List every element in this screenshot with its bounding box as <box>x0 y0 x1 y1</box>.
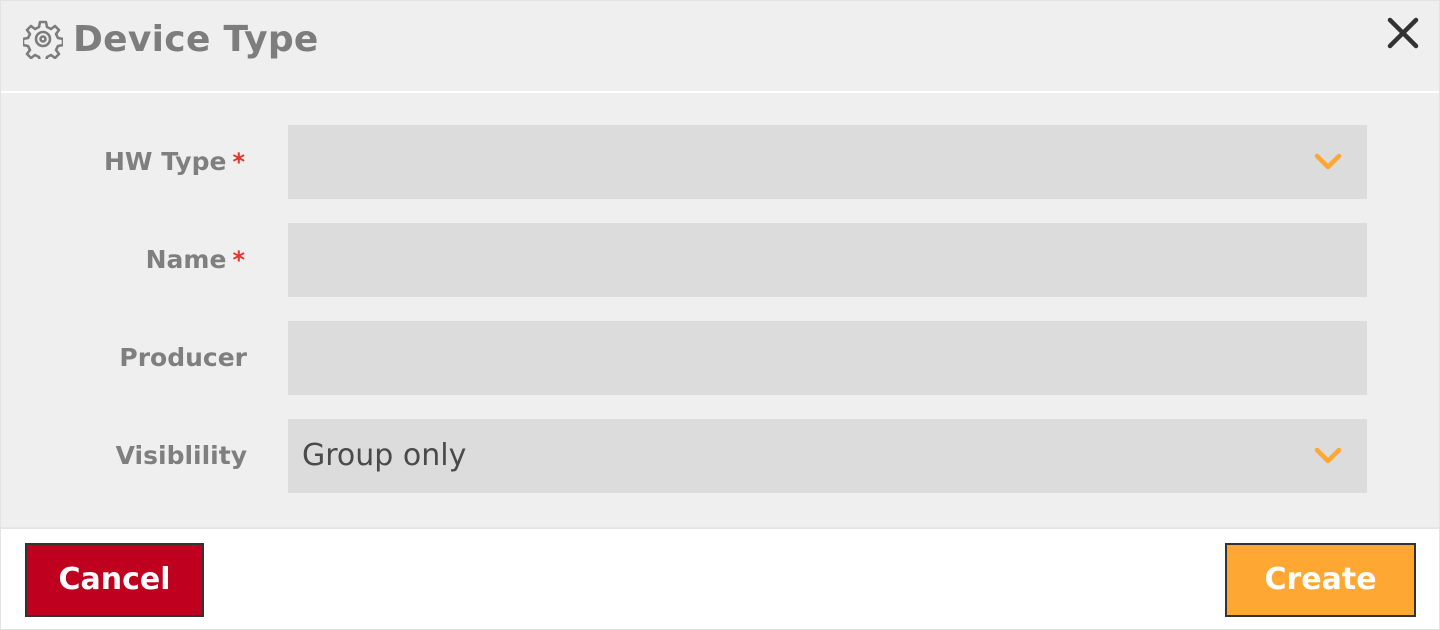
gear-icon <box>23 20 63 59</box>
required-mark: * <box>232 148 245 176</box>
cancel-button[interactable]: Cancel <box>25 543 204 617</box>
producer-row: Producer <box>1 321 1439 395</box>
dialog-header: Device Type <box>1 1 1439 93</box>
visibility-label: Visiblility <box>115 441 247 470</box>
create-button[interactable]: Create <box>1225 543 1416 617</box>
visibility-value: Group only <box>302 438 467 473</box>
name-label-text: Name <box>145 245 227 274</box>
visibility-select[interactable]: Group only <box>288 419 1367 493</box>
close-icon[interactable] <box>1385 15 1421 51</box>
dialog-footer: Cancel Create <box>1 529 1439 629</box>
producer-label: Producer <box>119 343 247 372</box>
dialog-title: Device Type <box>73 19 319 60</box>
producer-input[interactable] <box>288 321 1367 395</box>
visibility-row: Visiblility Group only <box>1 419 1439 493</box>
hw-type-label: HW Type * <box>104 125 245 199</box>
hw-type-row: HW Type * <box>1 125 1439 199</box>
name-label: Name * <box>146 223 245 297</box>
required-mark: * <box>232 246 245 274</box>
hw-type-label-text: HW Type <box>104 147 227 176</box>
hw-type-select[interactable] <box>288 125 1367 199</box>
chevron-down-icon <box>1314 447 1342 464</box>
chevron-down-icon <box>1314 153 1342 170</box>
name-input[interactable] <box>288 223 1367 297</box>
name-row: Name * <box>1 223 1439 297</box>
dialog-body: HW Type * Name * Producer Visiblility Gr… <box>1 93 1439 529</box>
device-type-dialog: Device Type HW Type * Name * Producer Vi… <box>0 0 1440 630</box>
